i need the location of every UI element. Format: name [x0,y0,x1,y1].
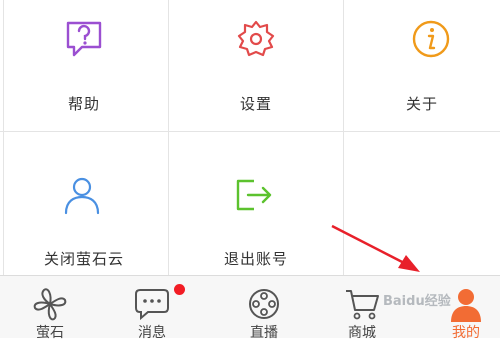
about-cell[interactable]: 关于 [344,0,500,131]
tab-live[interactable]: 直播 [214,276,314,341]
film-reel-icon [249,289,279,319]
grid-divider [0,131,500,132]
tab-ezviz[interactable]: 萤石 [0,276,100,341]
settings-label: 设置 [239,95,272,113]
tab-messages-label: 消息 [138,325,166,341]
tab-live-label: 直播 [250,325,278,341]
grid-divider [3,0,4,275]
message-icon [135,289,169,321]
settings-grid: 帮助 设置 关于 关闭萤石云 退出账号 [0,0,500,275]
grid-divider [168,0,169,275]
watermark: Baidu经验 [383,294,451,309]
tab-ezviz-label: 萤石 [36,325,64,341]
help-icon [66,21,102,57]
cart-icon [346,290,379,320]
info-icon [412,20,450,58]
help-cell[interactable]: 帮助 [0,0,168,131]
close-cloud-cell[interactable]: 关闭萤石云 [0,132,168,275]
logout-cell[interactable]: 退出账号 [169,132,343,275]
logout-label: 退出账号 [223,250,288,268]
tab-mall-label: 商城 [348,325,376,341]
settings-cell[interactable]: 设置 [169,0,343,131]
empty-cell [344,132,500,275]
grid-divider [343,0,344,275]
user-icon [64,177,100,215]
gear-icon [237,20,275,57]
close-cloud-label: 关闭萤石云 [43,250,124,268]
tab-mine-label: 我的 [452,325,480,341]
help-label: 帮助 [67,95,100,113]
fan-icon [33,288,67,321]
about-label: 关于 [405,95,438,113]
profile-icon [451,289,481,322]
unread-badge [174,284,185,295]
logout-icon [236,179,272,211]
tab-messages[interactable]: 消息 [102,276,202,341]
